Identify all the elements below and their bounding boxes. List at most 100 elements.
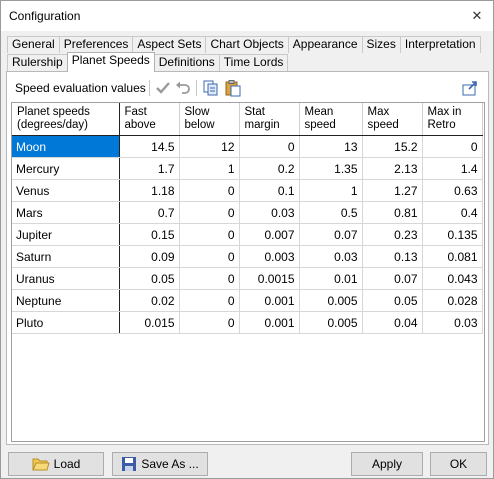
speed-value-cell[interactable]: 0.028	[422, 289, 483, 312]
speed-value-cell[interactable]: 1.4	[422, 157, 483, 180]
speed-grid[interactable]: Planet speeds (degrees/day) Fast above Slow b…	[11, 102, 485, 442]
table-row: Venus 1.18 0 0.1 1 1.27 0.63	[12, 179, 483, 202]
speed-value-cell[interactable]: 0.135	[422, 223, 483, 246]
save-disk-icon	[122, 457, 137, 471]
speed-value-cell[interactable]: 0.4	[422, 201, 483, 224]
speed-value-cell[interactable]: 0	[179, 245, 240, 268]
table-row: Saturn 0.09 0 0.003 0.03 0.13 0.081	[12, 245, 483, 268]
speed-value-cell[interactable]: 0.05	[362, 289, 423, 312]
speed-value-cell[interactable]: 12	[179, 135, 240, 158]
undo-icon[interactable]	[174, 79, 192, 97]
speed-value-cell[interactable]: 0.13	[362, 245, 423, 268]
speed-value-cell[interactable]: 0.05	[119, 267, 180, 290]
speed-value-cell[interactable]: 0.7	[119, 201, 180, 224]
speed-value-cell[interactable]: 13	[299, 135, 363, 158]
toolbar-separator	[196, 80, 197, 96]
speed-value-cell[interactable]: 0.043	[422, 267, 483, 290]
speed-value-cell[interactable]: 0.03	[239, 201, 300, 224]
speed-value-cell[interactable]: 0.007	[239, 223, 300, 246]
speed-value-cell[interactable]: 0.001	[239, 289, 300, 312]
tab-appearance[interactable]: Appearance	[287, 36, 363, 53]
paste-icon[interactable]	[224, 79, 242, 97]
speed-value-cell[interactable]: 1.27	[362, 179, 423, 202]
speed-value-cell[interactable]: 0.02	[119, 289, 180, 312]
speed-value-cell[interactable]: 0	[179, 223, 240, 246]
speed-value-cell[interactable]: 0	[179, 267, 240, 290]
speed-value-cell[interactable]: 0.015	[119, 311, 180, 334]
tab-rulership[interactable]: Rulership	[7, 54, 68, 71]
speed-value-cell[interactable]: 0.15	[119, 223, 180, 246]
planet-name-cell[interactable]: Uranus	[12, 267, 120, 290]
load-button-label: Load	[53, 457, 81, 471]
column-header-line: Mean	[304, 106, 334, 118]
speed-value-cell[interactable]: 1.18	[119, 179, 180, 202]
planet-name-cell[interactable]: Mercury	[12, 157, 120, 180]
speed-value-cell[interactable]: 1	[179, 157, 240, 180]
speed-value-cell[interactable]: 0	[179, 201, 240, 224]
speed-value-cell[interactable]: 2.13	[362, 157, 423, 180]
speed-value-cell[interactable]: 0.005	[299, 311, 363, 334]
column-header-line: speed	[304, 119, 336, 131]
load-button[interactable]: Load	[8, 452, 104, 476]
speed-value-cell[interactable]: 0	[179, 311, 240, 334]
speed-value-cell[interactable]: 0.1	[239, 179, 300, 202]
planet-name-cell[interactable]: Mars	[12, 201, 120, 224]
tab-sizes[interactable]: Sizes	[361, 36, 401, 53]
planet-name-cell[interactable]: Pluto	[12, 311, 120, 334]
column-header-line: Slow	[184, 106, 210, 118]
speed-value-cell[interactable]: 0.03	[422, 311, 483, 334]
copy-icon[interactable]	[202, 79, 220, 97]
speed-value-cell[interactable]: 1.7	[119, 157, 180, 180]
speed-value-cell[interactable]: 0.5	[299, 201, 363, 224]
check-icon[interactable]	[154, 79, 172, 97]
tab-general[interactable]: General	[7, 36, 60, 53]
speed-value-cell[interactable]: 0	[179, 179, 240, 202]
speed-value-cell[interactable]: 1	[299, 179, 363, 202]
speed-value-cell[interactable]: 0.2	[239, 157, 300, 180]
speed-value-cell[interactable]: 0	[179, 289, 240, 312]
planet-name-cell[interactable]: Saturn	[12, 245, 120, 268]
ok-button-label: OK	[449, 457, 468, 471]
speed-value-cell[interactable]: 0.63	[422, 179, 483, 202]
tab-chart-objects[interactable]: Chart Objects	[205, 36, 289, 53]
speed-value-cell[interactable]: 0.003	[239, 245, 300, 268]
speed-value-cell[interactable]: 0.03	[299, 245, 363, 268]
speed-value-cell[interactable]: 0.07	[299, 223, 363, 246]
planet-name-cell[interactable]: Neptune	[12, 289, 120, 312]
column-header-line: speed	[367, 119, 399, 131]
toolbar-label: Speed evaluation values	[15, 81, 146, 95]
speed-value-cell[interactable]: 0	[239, 135, 300, 158]
ok-button[interactable]: OK	[430, 452, 487, 476]
speed-value-cell[interactable]: 0.005	[299, 289, 363, 312]
folder-icon	[31, 458, 50, 471]
tab-time-lords[interactable]: Time Lords	[218, 54, 289, 71]
speed-value-cell[interactable]: 0.0015	[239, 267, 300, 290]
speed-value-cell[interactable]: 0.04	[362, 311, 423, 334]
table-row: Uranus 0.05 0 0.0015 0.01 0.07 0.043	[12, 267, 483, 290]
apply-button[interactable]: Apply	[351, 452, 423, 476]
tab-preferences[interactable]: Preferences	[58, 36, 134, 53]
save-as-button[interactable]: Save As ...	[112, 452, 208, 476]
speed-value-cell[interactable]: 0.01	[299, 267, 363, 290]
speed-value-cell[interactable]: 0.81	[362, 201, 423, 224]
column-header-line: (degrees/day)	[17, 119, 88, 131]
speed-value-cell[interactable]: 15.2	[362, 135, 423, 158]
configuration-window: Configuration ✕ General Preferences Aspect…	[0, 0, 494, 479]
planet-name-cell[interactable]: Moon	[12, 135, 120, 158]
tab-interpretation[interactable]: Interpretation	[399, 36, 481, 53]
speed-value-cell[interactable]: 0	[422, 135, 483, 158]
speed-value-cell[interactable]: 1.35	[299, 157, 363, 180]
speed-value-cell[interactable]: 14.5	[119, 135, 180, 158]
speed-value-cell[interactable]: 0.23	[362, 223, 423, 246]
close-icon[interactable]: ✕	[467, 7, 487, 25]
export-icon[interactable]	[461, 79, 479, 97]
planet-name-cell[interactable]: Jupiter	[12, 223, 120, 246]
tab-definitions[interactable]: Definitions	[153, 54, 220, 71]
tab-aspect-sets[interactable]: Aspect Sets	[132, 36, 207, 53]
speed-value-cell[interactable]: 0.07	[362, 267, 423, 290]
speed-value-cell[interactable]: 0.001	[239, 311, 300, 334]
speed-value-cell[interactable]: 0.081	[422, 245, 483, 268]
speed-value-cell[interactable]: 0.09	[119, 245, 180, 268]
tab-planet-speeds[interactable]: Planet Speeds	[66, 52, 155, 72]
planet-name-cell[interactable]: Venus	[12, 179, 120, 202]
